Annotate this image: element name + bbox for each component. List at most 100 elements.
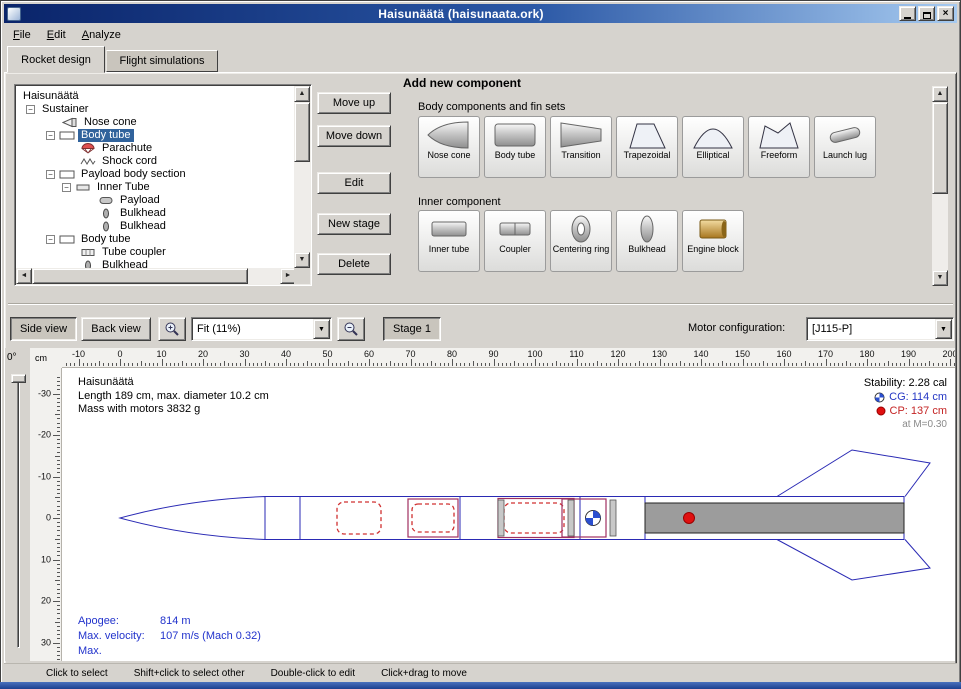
- tree-item-bulkhead[interactable]: Bulkhead: [16, 259, 296, 268]
- add-freeform-fin-button[interactable]: Freeform: [748, 116, 810, 178]
- tab-flight-simulations[interactable]: Flight simulations: [106, 50, 218, 72]
- tab-rocket-design[interactable]: Rocket design: [7, 46, 105, 73]
- add-inner-tube-button[interactable]: Inner tube: [418, 210, 480, 272]
- scroll-up-button[interactable]: ▲: [932, 86, 948, 102]
- motor-configuration-combo[interactable]: [J115-P] ▼: [806, 317, 954, 341]
- ruler-tick: [57, 626, 60, 627]
- collapse-icon[interactable]: −: [46, 131, 55, 140]
- tree-item-body-tube[interactable]: − Body tube: [16, 129, 296, 142]
- add-bulkhead-button[interactable]: Bulkhead: [616, 210, 678, 272]
- flight-stats: Apogee:814 m Max. velocity:107 m/s (Mach…: [78, 614, 261, 661]
- tree-vertical-scrollbar[interactable]: ▲ ▼: [294, 86, 310, 268]
- ruler-tick: [859, 363, 860, 366]
- vertical-scrollbar-thumb[interactable]: [932, 102, 948, 194]
- add-body-tube-button[interactable]: Body tube: [484, 116, 546, 178]
- side-view-button[interactable]: Side view: [10, 317, 77, 341]
- window-title: Haisunäätä (haisunaata.ork): [25, 7, 897, 21]
- component-tree[interactable]: Haisunäätä − Sustainer Nose cone − Body …: [16, 86, 296, 268]
- tree-horizontal-scrollbar[interactable]: ◄ ►: [16, 268, 296, 284]
- ruler-tick: [510, 363, 511, 366]
- add-trapezoidal-fin-button[interactable]: Trapezoidal: [616, 116, 678, 178]
- zoom-level-combo[interactable]: Fit (11%) ▼: [191, 317, 332, 341]
- ruler-tick: [57, 410, 60, 411]
- new-stage-button[interactable]: New stage: [317, 213, 391, 235]
- ruler-tick: [57, 584, 60, 585]
- menu-edit[interactable]: Edit: [39, 27, 74, 43]
- chevron-down-icon[interactable]: ▼: [935, 319, 952, 339]
- menu-file[interactable]: File: [5, 27, 39, 43]
- ruler-tick: [651, 363, 652, 366]
- split-divider[interactable]: [8, 303, 953, 305]
- zoom-out-button[interactable]: [337, 317, 365, 341]
- rotation-strip: 0°: [5, 348, 30, 661]
- ruler-label: 90: [488, 349, 498, 359]
- tree-item-parachute[interactable]: Parachute: [16, 142, 296, 155]
- collapse-icon[interactable]: −: [46, 235, 55, 244]
- ruler-label: 10: [156, 349, 166, 359]
- tree-item-nose-cone[interactable]: Nose cone: [16, 116, 296, 129]
- tree-item-shock-cord[interactable]: Shock cord: [16, 155, 296, 168]
- zoom-in-button[interactable]: [158, 317, 186, 341]
- scroll-down-button[interactable]: ▼: [932, 270, 948, 286]
- ruler-tick: [477, 363, 478, 366]
- scroll-up-button[interactable]: ▲: [294, 86, 310, 102]
- collapse-icon[interactable]: −: [46, 170, 55, 179]
- ruler-tick: [57, 385, 60, 386]
- scroll-left-button[interactable]: ◄: [16, 268, 32, 284]
- close-button[interactable]: ×: [937, 6, 954, 21]
- ruler-tick: [357, 363, 358, 366]
- add-centering-ring-button[interactable]: Centering ring: [550, 210, 612, 272]
- tree-item-bulkhead[interactable]: Bulkhead: [16, 207, 296, 220]
- rocket-canvas[interactable]: Haisunäätä Length 189 cm, max. diameter …: [62, 368, 955, 661]
- add-launch-lug-button[interactable]: Launch lug: [814, 116, 876, 178]
- edit-button[interactable]: Edit: [317, 172, 391, 194]
- launch-lug-card-icon: [822, 120, 868, 150]
- collapse-icon[interactable]: −: [26, 105, 35, 114]
- ruler-tick: [278, 363, 279, 366]
- add-coupler-button[interactable]: Coupler: [484, 210, 546, 272]
- tree-item-payload-section[interactable]: − Payload body section: [16, 168, 296, 181]
- add-component-scrollbar[interactable]: ▲ ▼: [932, 86, 948, 286]
- ruler-label: 10: [41, 554, 51, 564]
- scroll-down-button[interactable]: ▼: [294, 252, 310, 268]
- collapse-icon[interactable]: −: [62, 183, 71, 192]
- tree-item-tube-coupler[interactable]: Tube coupler: [16, 246, 296, 259]
- add-elliptical-fin-button[interactable]: Elliptical: [682, 116, 744, 178]
- velocity-value: 107 m/s (Mach 0.32): [160, 630, 261, 642]
- add-transition-button[interactable]: Transition: [550, 116, 612, 178]
- rotation-slider-track[interactable]: [17, 376, 20, 648]
- tree-item-stage[interactable]: − Sustainer: [16, 103, 296, 116]
- delete-button[interactable]: Delete: [317, 253, 391, 275]
- maximize-button[interactable]: [918, 6, 935, 21]
- move-up-button[interactable]: Move up: [317, 92, 391, 114]
- back-view-button[interactable]: Back view: [81, 317, 151, 341]
- rotation-slider-handle[interactable]: [11, 374, 26, 383]
- tree-item-body-tube-2[interactable]: − Body tube: [16, 233, 296, 246]
- ruler-tick: [535, 359, 536, 366]
- tree-item-rocket[interactable]: Haisunäätä: [16, 90, 296, 103]
- ruler-tick: [57, 468, 60, 469]
- ruler-tick: [913, 363, 914, 366]
- ruler-tick: [57, 609, 60, 610]
- horizontal-scrollbar-thumb[interactable]: [32, 268, 248, 284]
- vertical-scrollbar-thumb[interactable]: [294, 102, 310, 162]
- ruler-tick: [55, 497, 60, 498]
- tree-item-payload[interactable]: Payload: [16, 194, 296, 207]
- add-nose-cone-button[interactable]: Nose cone: [418, 116, 480, 178]
- move-down-button[interactable]: Move down: [317, 125, 391, 147]
- minimize-button[interactable]: [899, 6, 916, 21]
- ruler-tick: [556, 361, 557, 366]
- tree-item-inner-tube[interactable]: − Inner Tube: [16, 181, 296, 194]
- menu-analyze[interactable]: Analyze: [74, 27, 129, 43]
- ruler-tick: [228, 363, 229, 366]
- ruler-tick: [622, 363, 623, 366]
- ruler-tick: [220, 363, 221, 366]
- ruler-tick: [57, 535, 60, 536]
- ruler-tick: [597, 361, 598, 366]
- stage-1-toggle[interactable]: Stage 1: [383, 317, 441, 341]
- add-engine-block-button[interactable]: Engine block: [682, 210, 744, 272]
- ruler-tick: [743, 359, 744, 366]
- tree-item-bulkhead[interactable]: Bulkhead: [16, 220, 296, 233]
- ruler-tick: [523, 363, 524, 366]
- chevron-down-icon[interactable]: ▼: [313, 319, 330, 339]
